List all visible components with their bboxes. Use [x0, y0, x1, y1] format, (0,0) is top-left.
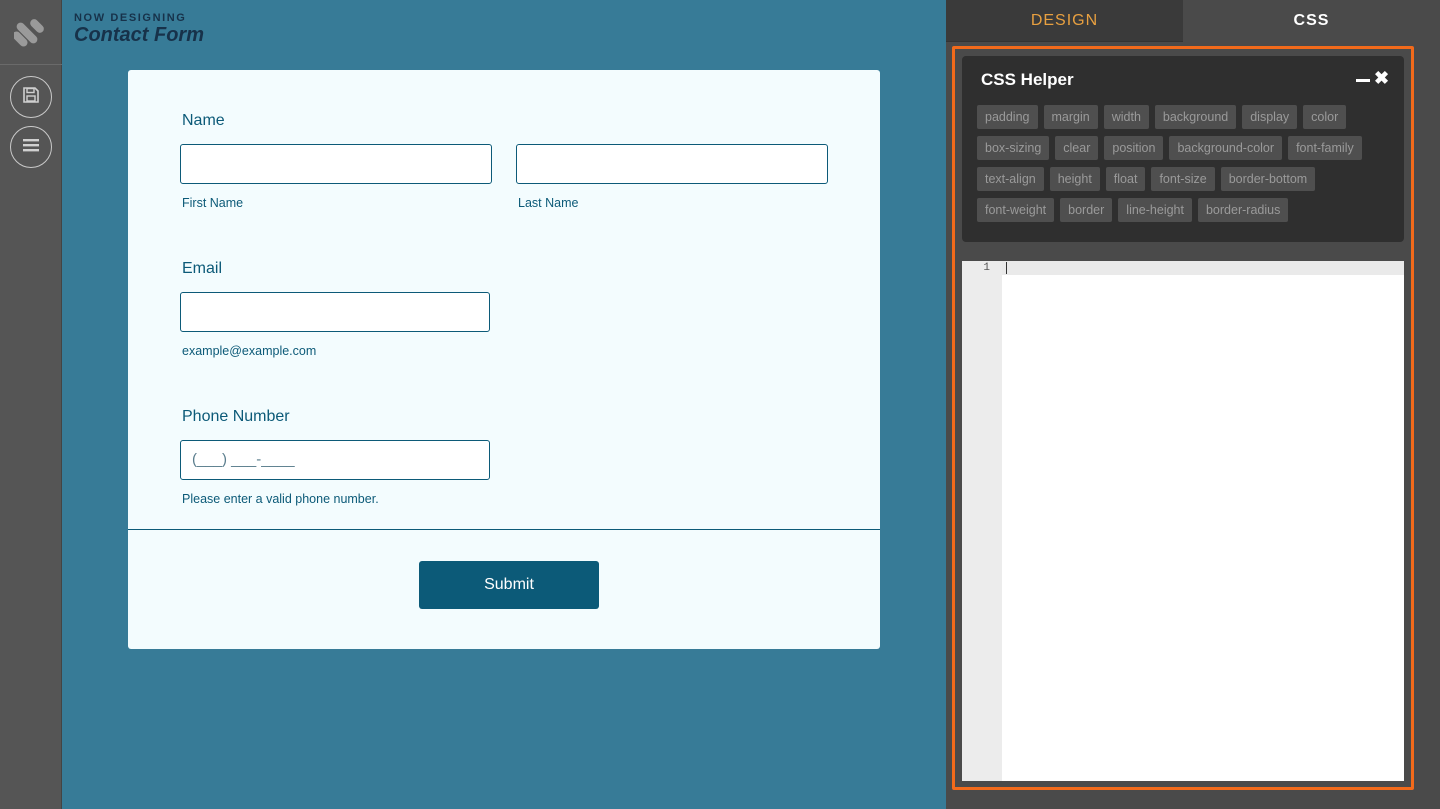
last-name-sublabel: Last Name [518, 196, 579, 210]
rail-divider [0, 64, 62, 65]
phone-input[interactable]: (___) ___-____ [180, 440, 490, 480]
header-eyebrow: NOW DESIGNING [74, 12, 187, 24]
save-icon [22, 86, 40, 109]
page-header: NOW DESIGNING Contact Form [74, 12, 204, 47]
css-chip[interactable]: height [1049, 167, 1100, 191]
email-label: Email [182, 260, 223, 277]
first-name-input[interactable] [180, 144, 492, 184]
css-chip[interactable]: text-align [977, 167, 1044, 191]
css-chip[interactable]: background-color [1169, 136, 1283, 160]
active-line-highlight [1002, 261, 1404, 275]
first-name-sublabel: First Name [182, 196, 244, 210]
css-chip[interactable]: font-weight [977, 198, 1055, 222]
page-title[interactable]: Contact Form [74, 24, 204, 47]
chip-row: text-align height float font-size border… [977, 167, 1397, 191]
css-chip[interactable]: color [1303, 105, 1347, 129]
css-chip[interactable]: padding [977, 105, 1038, 129]
chip-row: padding margin width background display … [977, 105, 1397, 129]
tab-design[interactable]: DESIGN [946, 0, 1183, 42]
text-cursor [1006, 262, 1007, 274]
phone-label: Phone Number [182, 408, 290, 425]
css-chip[interactable]: width [1103, 105, 1149, 129]
css-helper-title: CSS Helper [981, 70, 1074, 89]
css-chip[interactable]: border-radius [1197, 198, 1289, 222]
css-chip[interactable]: font-size [1151, 167, 1215, 191]
hamburger-menu-icon [22, 137, 40, 158]
css-chip[interactable]: float [1105, 167, 1146, 191]
chip-row: font-weight border line-height border-ra… [977, 198, 1397, 222]
css-chip[interactable]: position [1104, 136, 1164, 160]
css-chip[interactable]: box-sizing [977, 136, 1050, 160]
css-helper-box: CSS Helper ✖ padding margin width backgr… [962, 56, 1404, 242]
design-canvas: Name First Name Last Name Email example@… [62, 0, 946, 809]
form-divider [128, 529, 880, 530]
close-icon[interactable]: ✖ [1374, 68, 1389, 88]
name-label: Name [182, 112, 225, 129]
css-chip[interactable]: font-family [1288, 136, 1362, 160]
editor-gutter: 1 [962, 261, 1002, 781]
left-rail [0, 0, 62, 809]
last-name-input[interactable] [516, 144, 828, 184]
line-number: 1 [983, 262, 990, 274]
submit-button[interactable]: Submit [419, 561, 599, 609]
email-input[interactable] [180, 292, 490, 332]
css-chip[interactable]: background [1154, 105, 1237, 129]
email-sublabel: example@example.com [182, 344, 317, 358]
panel-tabs: DESIGN CSS [946, 0, 1440, 42]
css-chip[interactable]: clear [1055, 136, 1099, 160]
css-chip[interactable]: line-height [1118, 198, 1192, 222]
tab-css[interactable]: CSS [1183, 0, 1440, 42]
css-chip[interactable]: border [1060, 198, 1113, 222]
chip-row: box-sizing clear position background-col… [977, 136, 1397, 160]
form-card: Name First Name Last Name Email example@… [128, 70, 880, 649]
css-code-editor[interactable]: 1 [962, 261, 1404, 781]
css-chip[interactable]: border-bottom [1220, 167, 1316, 191]
css-chip[interactable]: display [1242, 105, 1298, 129]
css-chip[interactable]: margin [1043, 105, 1098, 129]
menu-button[interactable] [10, 126, 52, 168]
css-property-chips: padding margin width background display … [977, 105, 1397, 229]
save-button[interactable] [10, 76, 52, 118]
styles-panel: DESIGN CSS CSS Helper ✖ padding margin w… [946, 0, 1440, 809]
app-logo-icon[interactable] [12, 14, 48, 48]
minimize-icon[interactable] [1356, 70, 1370, 90]
phone-sublabel: Please enter a valid phone number. [182, 492, 379, 506]
